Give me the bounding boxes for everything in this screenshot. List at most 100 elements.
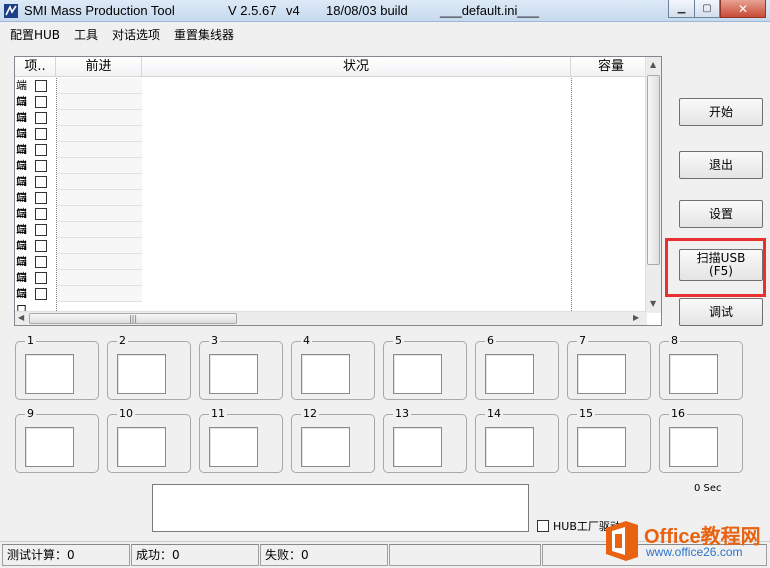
menu-reset-hub[interactable]: 重置集线器 xyxy=(174,26,234,43)
settings-button[interactable]: 设置 xyxy=(679,200,763,228)
port-slot-indicator xyxy=(577,354,626,394)
column-capacity[interactable]: 容量 xyxy=(571,57,651,77)
close-button[interactable]: ✕ xyxy=(720,0,766,18)
list-item[interactable]: 端口 xyxy=(16,78,648,108)
vertical-scrollbar[interactable]: ▲ ▼ xyxy=(645,57,661,313)
port-slot: 8 xyxy=(659,335,743,400)
port-slot-indicator xyxy=(25,427,74,467)
progress-cell xyxy=(57,78,142,94)
column-progress[interactable]: 前进 xyxy=(56,57,142,77)
port-checkbox[interactable] xyxy=(35,272,47,284)
port-label: 端口 xyxy=(16,271,27,300)
menu-tools[interactable]: 工具 xyxy=(74,26,98,43)
port-label: 端口 xyxy=(16,111,27,140)
version-label: V 2.5.67 xyxy=(228,3,277,18)
minimize-button[interactable]: ▁ xyxy=(668,0,695,18)
port-checkbox[interactable] xyxy=(35,240,47,252)
port-checkbox[interactable] xyxy=(35,208,47,220)
message-box[interactable] xyxy=(152,484,529,532)
list-item[interactable]: 端口 xyxy=(16,286,648,316)
column-item[interactable]: 项.. xyxy=(15,57,56,77)
port-label: 端口 xyxy=(16,207,27,236)
scroll-up-icon[interactable]: ▲ xyxy=(650,60,656,69)
port-slot: 15 xyxy=(567,408,651,473)
port-slot: 3 xyxy=(199,335,283,400)
status-empty xyxy=(389,544,541,566)
list-item[interactable]: 端口 xyxy=(16,238,648,268)
port-slot-indicator xyxy=(209,427,258,467)
menu-dialog-options[interactable]: 对话选项 xyxy=(112,26,160,43)
progress-cell xyxy=(57,286,142,302)
port-slot-number: 11 xyxy=(209,407,227,420)
status-failure: 失败：0 xyxy=(260,544,388,566)
elapsed-time: 0 Sec xyxy=(694,483,722,494)
port-label: 端口 xyxy=(16,175,27,204)
list-item[interactable]: 端口 xyxy=(16,110,648,140)
hub-driver-checkbox[interactable] xyxy=(537,520,549,532)
port-checkbox[interactable] xyxy=(35,288,47,300)
list-item[interactable]: 端口 xyxy=(16,158,648,188)
port-slot: 9 xyxy=(15,408,99,473)
port-label: 端口 xyxy=(16,79,27,108)
port-checkbox[interactable] xyxy=(35,144,47,156)
list-item[interactable]: 端口 xyxy=(16,206,648,236)
list-item[interactable]: 端口 xyxy=(16,174,648,204)
exit-button[interactable]: 退出 xyxy=(679,151,763,179)
port-checkbox[interactable] xyxy=(35,160,47,172)
port-slot: 6 xyxy=(475,335,559,400)
office-logo-icon xyxy=(606,521,638,561)
port-checkbox[interactable] xyxy=(35,112,47,124)
port-slot: 5 xyxy=(383,335,467,400)
scroll-left-icon[interactable]: ◀ xyxy=(18,313,24,322)
progress-cell xyxy=(57,174,142,190)
watermark: Office教程网 www.office26.com xyxy=(604,519,766,563)
port-slot-number: 16 xyxy=(669,407,687,420)
port-checkbox[interactable] xyxy=(35,176,47,188)
port-slot-indicator xyxy=(301,427,350,467)
port-list[interactable]: 项.. 前进 状况 容量 端口 端口 端口 端口 端口 端口 端口 端口 端口 端口 端口 端口 端口端… xyxy=(14,56,662,326)
debug-button[interactable]: 调试 xyxy=(679,298,763,326)
port-label: 端口 xyxy=(16,191,27,220)
vertical-scroll-thumb[interactable] xyxy=(647,75,660,265)
port-slot: 4 xyxy=(291,335,375,400)
list-item[interactable]: 端口 xyxy=(16,142,648,172)
list-item[interactable]: 端口 xyxy=(16,126,648,156)
port-slot-number: 7 xyxy=(577,334,588,347)
scroll-down-icon[interactable]: ▼ xyxy=(650,299,656,308)
port-slot-number: 10 xyxy=(117,407,135,420)
port-slot-number: 3 xyxy=(209,334,220,347)
close-icon: ✕ xyxy=(737,1,749,16)
progress-cell xyxy=(57,190,142,206)
port-slot: 2 xyxy=(107,335,191,400)
port-checkbox[interactable] xyxy=(35,256,47,268)
ini-file-label: ___default.ini___ xyxy=(440,3,540,18)
list-item[interactable]: 端口 xyxy=(16,222,648,252)
port-slot: 11 xyxy=(199,408,283,473)
maximize-button[interactable]: ▢ xyxy=(694,0,720,18)
port-checkbox[interactable] xyxy=(35,80,47,92)
horizontal-scroll-thumb[interactable]: ||| xyxy=(29,313,237,324)
column-status[interactable]: 状况 xyxy=(142,57,571,77)
list-item[interactable]: 端口 xyxy=(16,190,648,220)
scan-usb-button[interactable]: 扫描USB (F5) xyxy=(679,249,763,281)
port-checkbox[interactable] xyxy=(35,96,47,108)
port-slot-indicator xyxy=(209,354,258,394)
start-button[interactable]: 开始 xyxy=(679,98,763,126)
port-label: 端口 xyxy=(16,239,27,268)
column-divider xyxy=(571,78,572,313)
list-item[interactable]: 端口 xyxy=(16,270,648,300)
port-checkbox[interactable] xyxy=(35,224,47,236)
list-item[interactable]: 端口 xyxy=(16,94,648,124)
horizontal-scrollbar[interactable]: ◀ ||| ▶ xyxy=(15,311,647,325)
minimize-icon: ▁ xyxy=(677,3,686,14)
port-slot: 16 xyxy=(659,408,743,473)
list-item[interactable]: 端口 xyxy=(16,254,648,284)
port-label: 端口 xyxy=(16,287,27,316)
port-checkbox[interactable] xyxy=(35,192,47,204)
port-checkbox[interactable] xyxy=(35,128,47,140)
scroll-right-icon[interactable]: ▶ xyxy=(633,313,639,322)
port-slot-indicator xyxy=(485,427,534,467)
menu-config-hub[interactable]: 配置HUB xyxy=(10,26,60,43)
port-label: 端口 xyxy=(16,143,27,172)
progress-cell xyxy=(57,206,142,222)
